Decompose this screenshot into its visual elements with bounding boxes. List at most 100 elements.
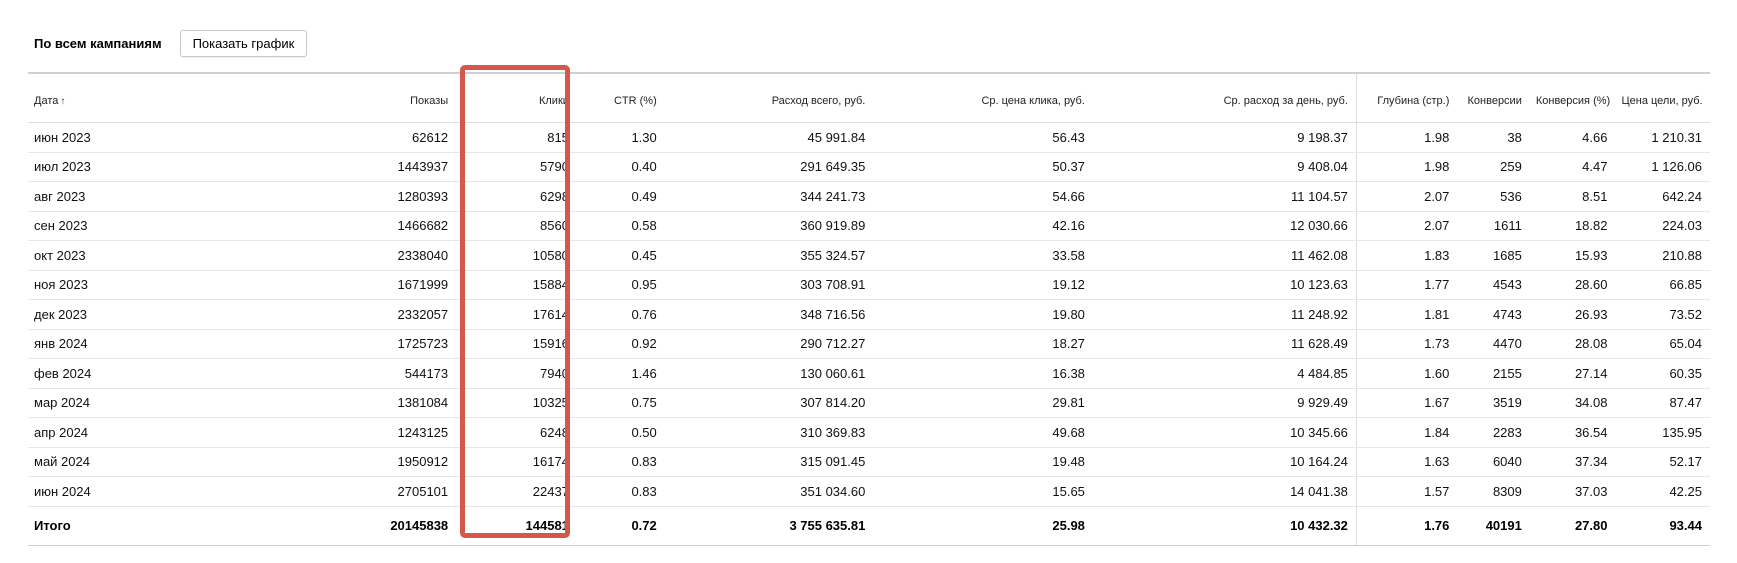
cell-daily_spend: 10 164.24	[1092, 447, 1357, 477]
cell-spend: 315 091.45	[664, 447, 874, 477]
cell-daily_spend: 14 041.38	[1092, 476, 1357, 507]
cell-daily_spend: 11 462.08	[1092, 240, 1357, 271]
column-header-daily_spend[interactable]: Ср. расход за день, руб.	[1092, 73, 1357, 123]
cell-conversions: 8309	[1457, 476, 1530, 507]
cell-conv_rate: 37.34	[1529, 447, 1616, 477]
column-header-spend[interactable]: Расход всего, руб.	[664, 73, 874, 123]
cell-impressions: 2332057	[159, 299, 457, 330]
cell-ctr: 0.40	[576, 152, 665, 182]
cell-conv_rate: 4.47	[1529, 152, 1616, 182]
cell-ctr: 0.45	[576, 240, 665, 271]
cell-date: май 2024	[28, 447, 160, 477]
cell-daily_spend: 9 929.49	[1092, 388, 1357, 418]
column-header-impressions[interactable]: Показы	[159, 73, 457, 123]
cell-cpc: 15.65	[873, 476, 1093, 507]
column-header-cpc[interactable]: Ср. цена клика, руб.	[873, 73, 1093, 123]
cell-conv_rate: 34.08	[1529, 388, 1616, 418]
cell-impressions: 1381084	[159, 388, 457, 418]
cell-goal_cost: 65.04	[1615, 329, 1710, 359]
total-cell-daily_spend: 10 432.32	[1092, 506, 1357, 546]
column-header-conversions[interactable]: Конверсии	[1457, 73, 1530, 123]
cell-goal_cost: 60.35	[1615, 358, 1710, 389]
cell-spend: 290 712.27	[664, 329, 874, 359]
cell-daily_spend: 11 248.92	[1092, 299, 1357, 330]
cell-date: июн 2024	[28, 476, 160, 507]
cell-cpc: 19.48	[873, 447, 1093, 477]
cell-clicks: 16174	[456, 447, 577, 477]
cell-depth: 1.63	[1356, 447, 1458, 477]
column-header-clicks[interactable]: Клики	[456, 73, 577, 123]
cell-spend: 130 060.61	[664, 358, 874, 389]
cell-depth: 1.84	[1356, 417, 1458, 448]
cell-clicks: 6298	[456, 181, 577, 212]
column-header-date[interactable]: Дата ↑	[28, 73, 160, 123]
column-header-ctr[interactable]: CTR (%)	[576, 73, 665, 123]
cell-spend: 348 716.56	[664, 299, 874, 330]
cell-impressions: 1280393	[159, 181, 457, 212]
cell-conv_rate: 18.82	[1529, 211, 1616, 241]
stats-table-container: Дата ↑ Показы Клики CTR (%) Расход всего, руб…	[28, 72, 1710, 546]
cell-daily_spend: 10 345.66	[1092, 417, 1357, 448]
cell-date: июн 2023	[28, 122, 160, 153]
cell-conv_rate: 27.14	[1529, 358, 1616, 389]
cell-clicks: 7940	[456, 358, 577, 389]
total-cell-ctr: 0.72	[576, 506, 665, 546]
cell-date: мар 2024	[28, 388, 160, 418]
cell-conversions: 4543	[1457, 270, 1530, 300]
column-header-label: Ср. цена клика, руб.	[981, 95, 1085, 107]
cell-impressions: 1243125	[159, 417, 457, 448]
cell-spend: 355 324.57	[664, 240, 874, 271]
column-header-label: Ср. расход за день, руб.	[1223, 95, 1348, 107]
cell-cpc: 49.68	[873, 417, 1093, 448]
page-title: По всем кампаниям	[34, 35, 162, 51]
cell-depth: 1.60	[1356, 358, 1458, 389]
column-header-goal_cost[interactable]: Цена цели, руб.	[1615, 73, 1710, 123]
total-cell-conversions: 40191	[1457, 506, 1530, 546]
show-chart-button[interactable]: Показать график	[179, 29, 308, 57]
cell-goal_cost: 135.95	[1615, 417, 1710, 448]
table-row: июл 2023 1443937 5790 0.40 291 649.35 50.37 9 …	[28, 152, 1710, 182]
cell-conversions: 1611	[1457, 211, 1530, 241]
cell-depth: 1.81	[1356, 299, 1458, 330]
cell-ctr: 0.49	[576, 181, 665, 212]
column-header-label: Конверсия (%)	[1535, 95, 1611, 107]
cell-clicks: 15916	[456, 329, 577, 359]
cell-cpc: 42.16	[873, 211, 1093, 241]
table-row: сен 2023 1466682 8560 0.58 360 919.89 42.16 12…	[28, 211, 1710, 241]
cell-conv_rate: 4.66	[1529, 122, 1616, 153]
cell-daily_spend: 9 198.37	[1092, 122, 1357, 153]
cell-spend: 307 814.20	[664, 388, 874, 418]
cell-impressions: 2338040	[159, 240, 457, 271]
cell-spend: 291 649.35	[664, 152, 874, 182]
cell-clicks: 10325	[456, 388, 577, 418]
table-row: дек 2023 2332057 17614 0.76 348 716.56 19.80 1…	[28, 299, 1710, 330]
cell-clicks: 6248	[456, 417, 577, 448]
column-header-conv_rate[interactable]: Конверсия (%)	[1529, 73, 1616, 123]
cell-spend: 344 241.73	[664, 181, 874, 212]
cell-clicks: 22437	[456, 476, 577, 507]
cell-daily_spend: 12 030.66	[1092, 211, 1357, 241]
total-cell-date: Итого	[28, 506, 160, 546]
cell-cpc: 19.80	[873, 299, 1093, 330]
cell-date: ноя 2023	[28, 270, 160, 300]
column-header-label: Цена цели, руб.	[1621, 95, 1703, 107]
total-cell-impressions: 20145838	[159, 506, 457, 546]
column-header-label: Показы	[410, 95, 449, 107]
cell-cpc: 18.27	[873, 329, 1093, 359]
cell-ctr: 0.92	[576, 329, 665, 359]
cell-conv_rate: 8.51	[1529, 181, 1616, 212]
cell-impressions: 1443937	[159, 152, 457, 182]
cell-daily_spend: 11 104.57	[1092, 181, 1357, 212]
cell-depth: 2.07	[1356, 181, 1458, 212]
cell-conversions: 3519	[1457, 388, 1530, 418]
cell-daily_spend: 4 484.85	[1092, 358, 1357, 389]
column-header-label: Расход всего, руб.	[771, 95, 866, 107]
cell-ctr: 0.83	[576, 447, 665, 477]
cell-impressions: 2705101	[159, 476, 457, 507]
cell-clicks: 15884	[456, 270, 577, 300]
column-header-depth[interactable]: Глубина (стр.)	[1356, 73, 1458, 123]
cell-depth: 1.98	[1356, 152, 1458, 182]
cell-ctr: 0.83	[576, 476, 665, 507]
cell-date: окт 2023	[28, 240, 160, 271]
cell-conversions: 38	[1457, 122, 1530, 153]
